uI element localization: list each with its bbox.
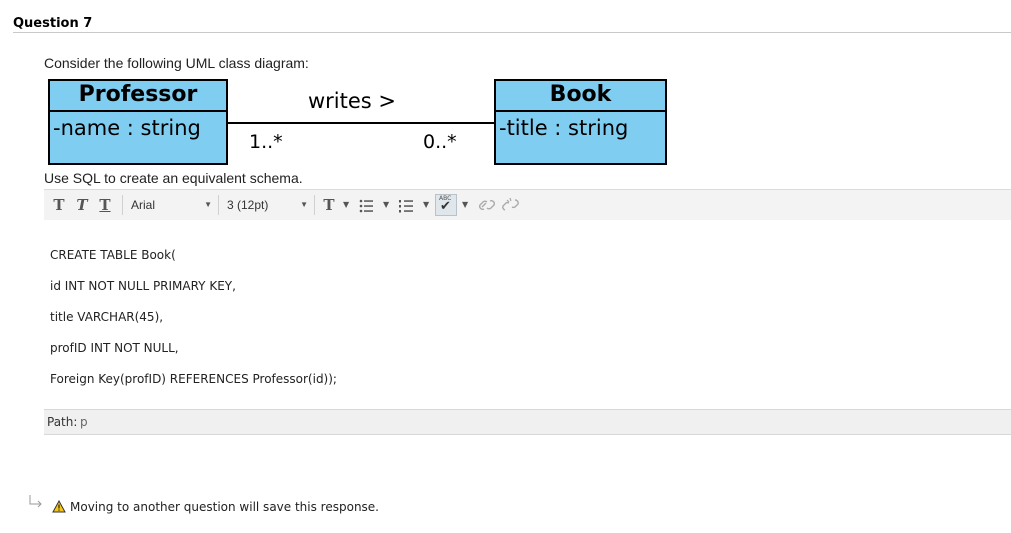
chevron-down-icon[interactable]: ▼ — [343, 195, 349, 215]
bullet-list-icon — [359, 199, 373, 213]
right-multiplicity: 0..* — [423, 131, 457, 153]
bold-button[interactable]: T — [51, 195, 67, 215]
association-label: writes > — [308, 89, 397, 113]
text-color-button[interactable]: T — [321, 195, 337, 215]
toolbar-divider — [122, 195, 123, 215]
numbered-list-button[interactable] — [399, 198, 413, 213]
uml-class-name: Professor — [50, 81, 226, 112]
warning-icon — [52, 500, 66, 513]
spellcheck-button[interactable]: ABC ✔ — [435, 194, 457, 216]
editor-toolbar: T T T Arial ▼ 3 (12pt) ▼ T ▼ ▼ ▼ ABC ✔ ▼ — [44, 189, 1011, 221]
chevron-down-icon[interactable]: ▼ — [383, 195, 389, 215]
chevron-down-icon[interactable]: ▼ — [423, 195, 429, 215]
chevron-down-icon[interactable]: ▼ — [462, 195, 468, 215]
path-value[interactable]: p — [80, 415, 88, 429]
editor-line: CREATE TABLE Book( — [50, 248, 176, 262]
question-header: Question 7 — [13, 12, 1011, 33]
editor-line: id INT NOT NULL PRIMARY KEY, — [50, 279, 236, 293]
editor-path-bar: Path: p — [44, 409, 1011, 435]
save-notice-text: Moving to another question will save thi… — [70, 500, 379, 514]
numbered-list-icon — [399, 200, 413, 213]
uml-class-name: Book — [496, 81, 665, 112]
italic-button[interactable]: T — [74, 195, 90, 215]
unlink-icon — [502, 197, 519, 211]
editor-line: Foreign Key(profID) REFERENCES Professor… — [50, 372, 337, 386]
association-line — [226, 122, 496, 124]
question-prompt: Consider the following UML class diagram… — [44, 55, 309, 71]
chevron-down-icon: ▼ — [204, 200, 212, 209]
return-arrow-icon — [29, 495, 42, 508]
insert-link-button[interactable] — [479, 196, 495, 214]
uml-class-attribute: -name : string — [53, 116, 201, 140]
link-icon — [479, 200, 495, 210]
editor-line: title VARCHAR(45), — [50, 310, 164, 324]
checkmark-icon: ✔ — [440, 199, 451, 214]
uml-class-professor: Professor -name : string — [48, 79, 228, 165]
remove-link-button[interactable] — [501, 196, 521, 214]
instruction-text: Use SQL to create an equivalent schema. — [44, 170, 303, 186]
font-size-value: 3 (12pt) — [227, 198, 269, 212]
font-family-select[interactable]: Arial ▼ — [124, 195, 219, 215]
path-label: Path: — [47, 415, 78, 429]
left-multiplicity: 1..* — [249, 131, 283, 153]
underline-button[interactable]: T — [97, 195, 113, 215]
editor-line: profID INT NOT NULL, — [50, 341, 179, 355]
font-family-value: Arial — [131, 198, 156, 212]
question-title: Question 7 — [13, 16, 93, 31]
uml-class-attribute: -title : string — [499, 116, 629, 140]
answer-editor[interactable]: CREATE TABLE Book( id INT NOT NULL PRIMA… — [44, 220, 1011, 409]
chevron-down-icon: ▼ — [300, 200, 308, 209]
uml-class-book: Book -title : string — [494, 79, 667, 165]
bullet-list-button[interactable] — [359, 198, 373, 213]
font-size-select[interactable]: 3 (12pt) ▼ — [220, 195, 315, 215]
